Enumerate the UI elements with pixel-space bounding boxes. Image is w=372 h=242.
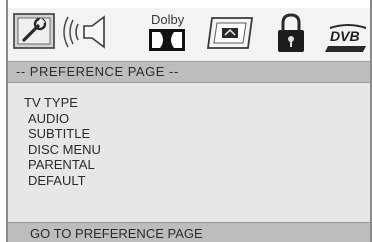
page-title: -- PREFERENCE PAGE -- [16,64,179,79]
menu-item-default[interactable]: DEFAULT [24,173,101,189]
page-title-bar: -- PREFERENCE PAGE -- [8,61,370,83]
dolby-label: Dolby [151,12,185,27]
video-screen-icon[interactable] [206,17,254,49]
settings-icon[interactable] [13,13,55,49]
top-strip [8,0,370,8]
osd-screen: Dolby DVB -- PREFERENCE PAGE -- TV TYPE … [6,0,372,242]
menu-item-tv-type[interactable]: TV TYPE [24,95,101,111]
menu-item-disc-menu[interactable]: DISC MENU [24,142,101,158]
status-bar: GO TO PREFERENCE PAGE [8,222,370,242]
preference-menu: TV TYPE AUDIO SUBTITLE DISC MENU PARENTA… [24,95,101,189]
dolby-icon[interactable]: Dolby [149,12,185,51]
lock-icon[interactable] [278,13,304,52]
dvb-label: DVB [330,28,360,44]
speaker-audio-icon[interactable] [63,15,105,49]
menu-panel: TV TYPE AUDIO SUBTITLE DISC MENU PARENTA… [8,83,370,223]
icon-bar-graphics: Dolby DVB [13,12,367,52]
setup-icon-bar: Dolby DVB [8,8,370,61]
status-text: GO TO PREFERENCE PAGE [30,226,203,241]
menu-item-parental[interactable]: PARENTAL [24,157,101,173]
menu-item-audio[interactable]: AUDIO [24,111,101,127]
dvb-icon[interactable]: DVB [325,24,367,52]
menu-item-subtitle[interactable]: SUBTITLE [24,126,101,142]
